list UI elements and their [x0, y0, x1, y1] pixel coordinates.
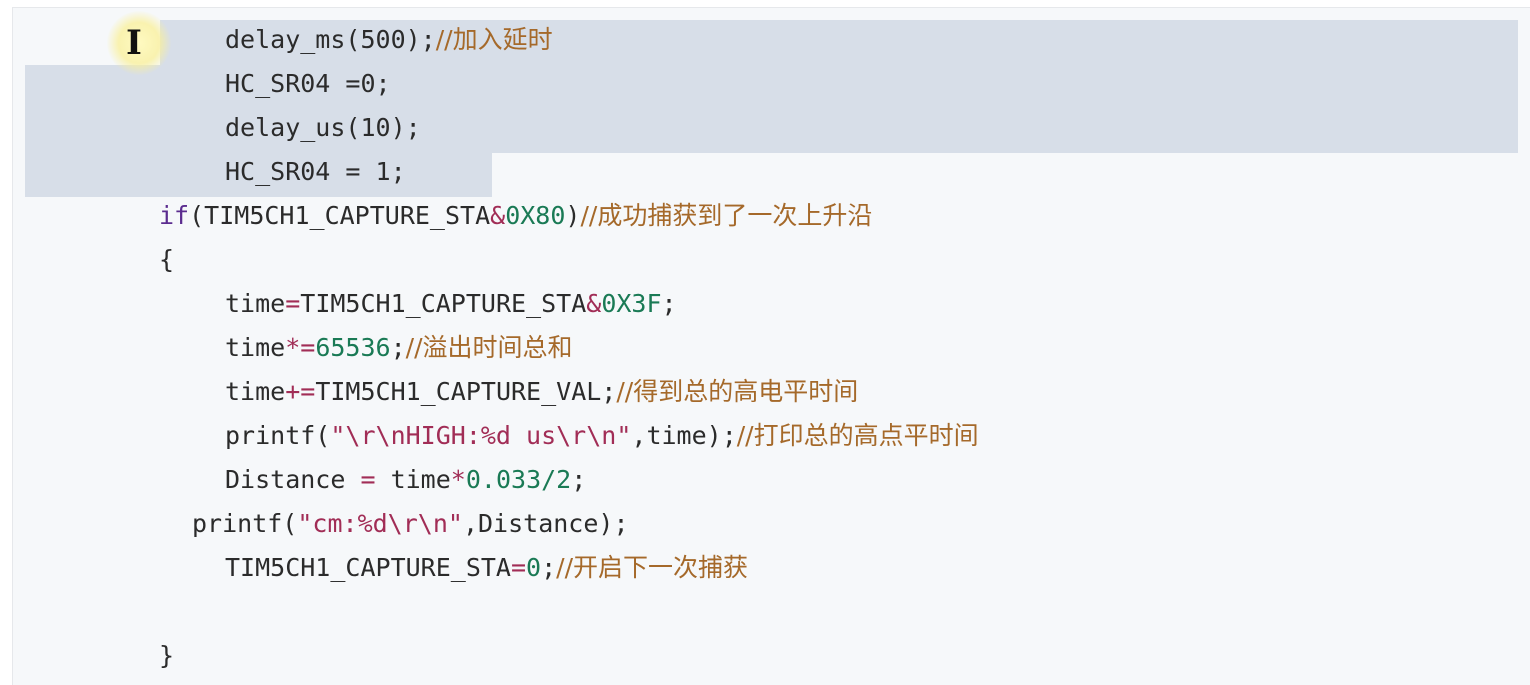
code-line-time-assign[interactable]: time=TIM5CH1_CAPTURE_STA&0X3F; [225, 282, 677, 326]
code-text: time [375, 465, 451, 494]
code-operator: = [510, 553, 527, 582]
code-text: delay_ms(500); [225, 25, 436, 54]
code-text: time [225, 333, 286, 362]
code-text: ; [541, 553, 557, 582]
code-string: "cm:%d\r\n" [297, 509, 463, 538]
code-line-hc-sr04-low[interactable]: HC_SR04 =0; [225, 62, 391, 106]
code-text: ; [661, 289, 677, 318]
code-text: delay_us(10); [225, 113, 421, 142]
code-number: 0 [526, 553, 542, 582]
code-line-delay-us[interactable]: delay_us(10); [225, 106, 421, 150]
screen: delay_ms(500);//加入延时 HC_SR04 =0; delay_u… [0, 0, 1530, 685]
text-cursor-icon: I [126, 23, 142, 63]
code-text: TIM5CH1_CAPTURE_STA [225, 553, 511, 582]
code-operator: *= [285, 333, 316, 362]
code-comment: //开启下一次捕获 [556, 553, 749, 582]
code-text: ,time); [631, 421, 737, 450]
code-operator: * [450, 465, 466, 494]
code-text: } [159, 641, 175, 670]
code-number: 0.033/2 [465, 465, 572, 494]
code-text: printf( [225, 421, 331, 450]
code-number: 0X3F [601, 289, 662, 318]
code-number: 65536 [315, 333, 391, 362]
code-text: (TIM5CH1_CAPTURE_STA [189, 201, 491, 230]
code-text: time [225, 377, 286, 406]
code-line-distance[interactable]: Distance = time*0.033/2; [225, 458, 586, 502]
code-text: ; [571, 465, 587, 494]
code-operator: & [586, 289, 602, 318]
code-text: time [225, 289, 286, 318]
code-text: { [159, 245, 175, 274]
code-text: ,Distance); [462, 509, 629, 538]
code-comment: //成功捕获到了一次上升沿 [580, 201, 873, 230]
code-text: HC_SR04 =0; [225, 69, 391, 98]
code-comment: //溢出时间总和 [405, 333, 573, 362]
code-text: HC_SR04 = 1; [225, 157, 406, 186]
code-line-close-brace[interactable]: } [159, 634, 174, 678]
code-text: ; [390, 333, 406, 362]
code-line-if-capture[interactable]: if(TIM5CH1_CAPTURE_STA&0X80)//成功捕获到了一次上升… [159, 194, 872, 238]
code-line-open-brace[interactable]: { [159, 238, 174, 282]
code-text: ) [565, 201, 581, 230]
code-comment: //加入延时 [435, 25, 553, 54]
code-line-reset-capture[interactable]: TIM5CH1_CAPTURE_STA=0;//开启下一次捕获 [225, 546, 748, 590]
code-keyword: if [159, 201, 190, 230]
code-line-printf-high[interactable]: printf("\r\nHIGH:%d us\r\n",time);//打印总的… [225, 414, 979, 458]
code-operator: & [490, 201, 506, 230]
code-line-delay-ms[interactable]: delay_ms(500);//加入延时 [225, 18, 553, 62]
code-string: "\r\nHIGH:%d us\r\n" [330, 421, 632, 450]
code-line-time-add[interactable]: time+=TIM5CH1_CAPTURE_VAL;//得到总的高电平时间 [225, 370, 858, 414]
code-comment: //得到总的高电平时间 [616, 377, 859, 406]
code-line-hc-sr04-high[interactable]: HC_SR04 = 1; [225, 150, 406, 194]
code-operator: = [360, 465, 376, 494]
code-text: Distance [225, 465, 361, 494]
code-line-printf-cm[interactable]: printf("cm:%d\r\n",Distance); [192, 502, 629, 546]
code-operator: = [285, 289, 301, 318]
code-comment: //打印总的高点平时间 [736, 421, 979, 450]
code-number: 0X80 [505, 201, 566, 230]
code-text: TIM5CH1_CAPTURE_VAL; [315, 377, 617, 406]
code-operator: += [285, 377, 316, 406]
code-line-time-multiply[interactable]: time*=65536;//溢出时间总和 [225, 326, 573, 370]
code-text: TIM5CH1_CAPTURE_STA [300, 289, 587, 318]
code-text: printf( [192, 509, 298, 538]
